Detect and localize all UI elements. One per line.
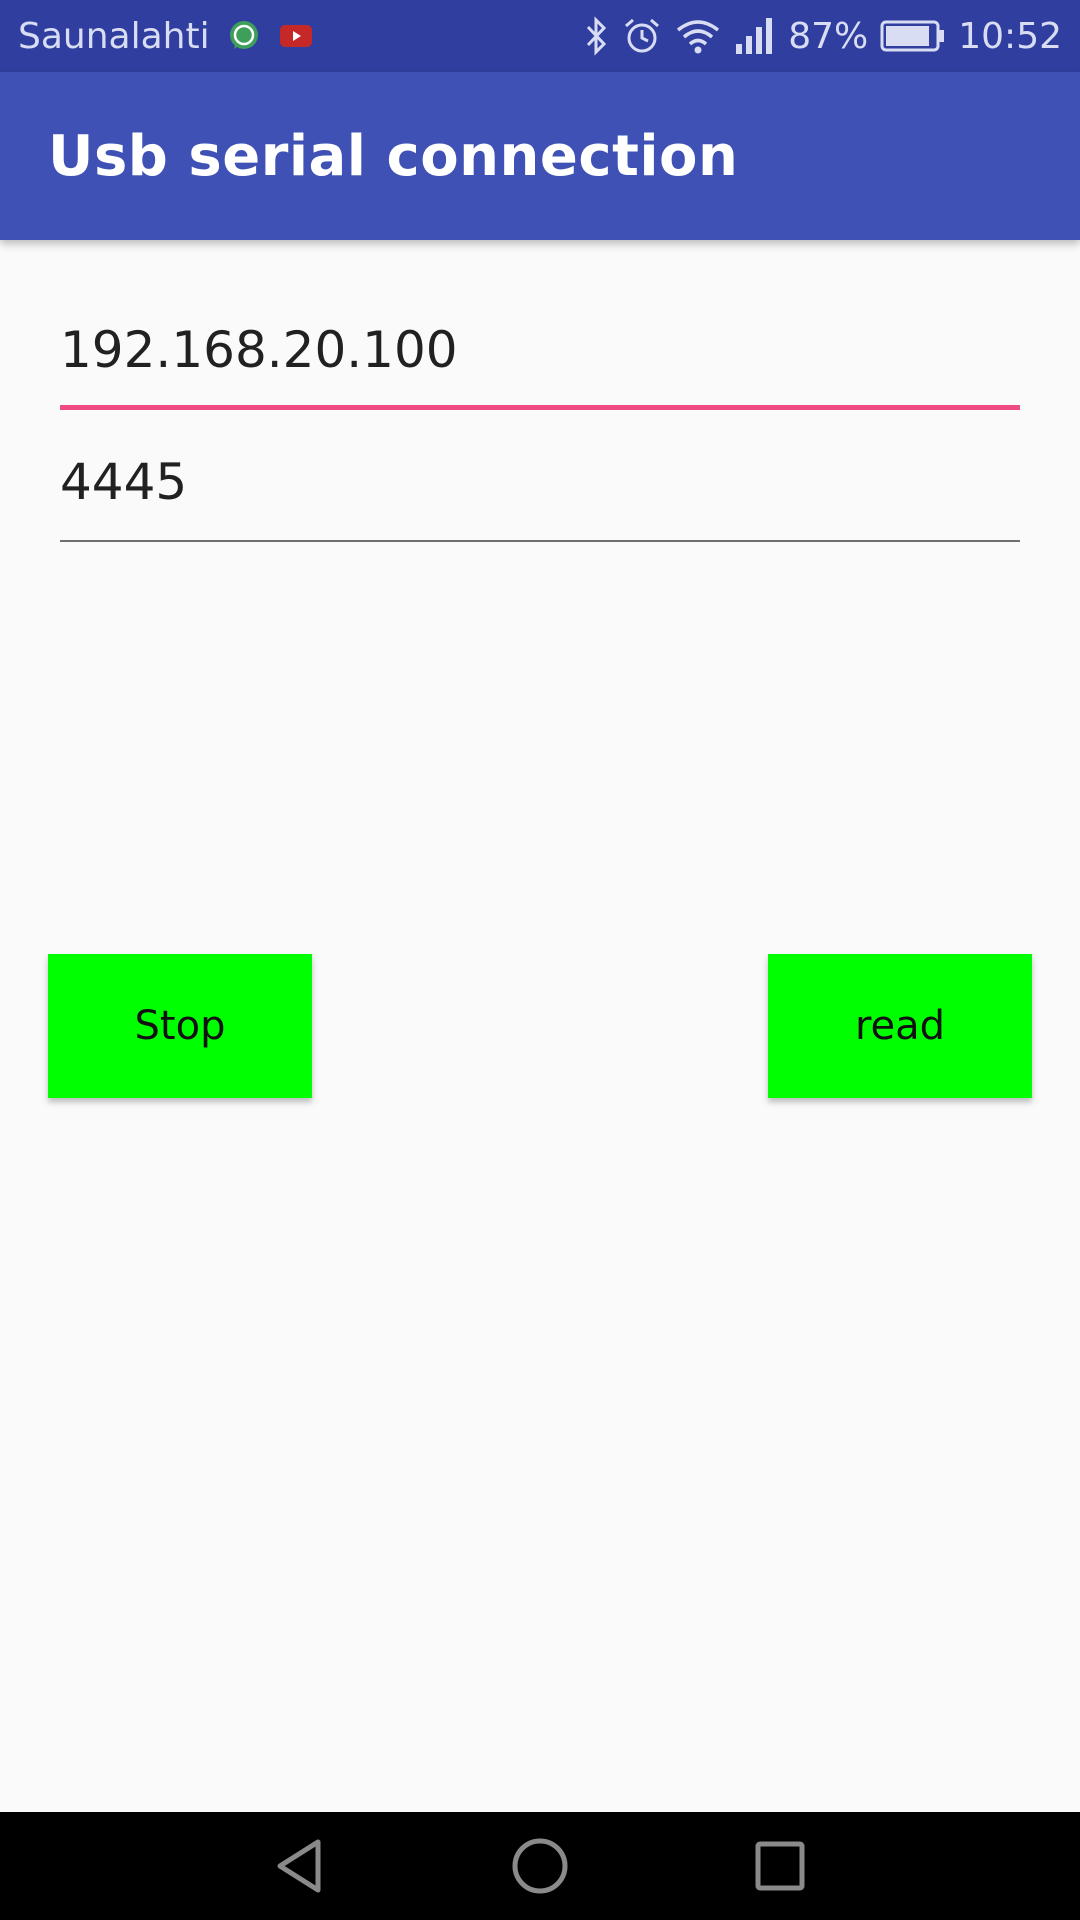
status-left: Saunalahti bbox=[18, 16, 314, 57]
youtube-icon bbox=[278, 21, 314, 51]
port-field bbox=[60, 432, 1020, 542]
carrier-name: Saunalahti bbox=[18, 15, 210, 57]
ip-underline-focused bbox=[60, 405, 1020, 410]
app-bar: Usb serial connection bbox=[0, 72, 1080, 240]
whatsapp-icon bbox=[226, 18, 262, 54]
status-bar: Saunalahti 87% 10:52 bbox=[0, 0, 1080, 72]
ip-address-input[interactable] bbox=[60, 300, 1020, 410]
stop-button[interactable]: Stop bbox=[48, 954, 312, 1098]
back-icon[interactable] bbox=[260, 1826, 340, 1906]
port-input[interactable] bbox=[60, 432, 1020, 542]
bluetooth-icon bbox=[582, 16, 610, 56]
app-title: Usb serial connection bbox=[48, 123, 739, 189]
status-right: 87% 10:52 bbox=[582, 16, 1062, 57]
clock: 10:52 bbox=[958, 15, 1062, 57]
signal-icon bbox=[734, 16, 776, 56]
wifi-icon bbox=[674, 16, 722, 56]
navigation-bar bbox=[0, 1812, 1080, 1920]
battery-icon bbox=[880, 19, 946, 53]
battery-percent: 87% bbox=[788, 15, 869, 57]
read-button[interactable]: read bbox=[768, 954, 1032, 1098]
port-underline bbox=[60, 540, 1020, 542]
recents-icon[interactable] bbox=[740, 1826, 820, 1906]
home-icon[interactable] bbox=[500, 1826, 580, 1906]
ip-address-field bbox=[60, 300, 1020, 410]
alarm-icon bbox=[622, 16, 662, 56]
